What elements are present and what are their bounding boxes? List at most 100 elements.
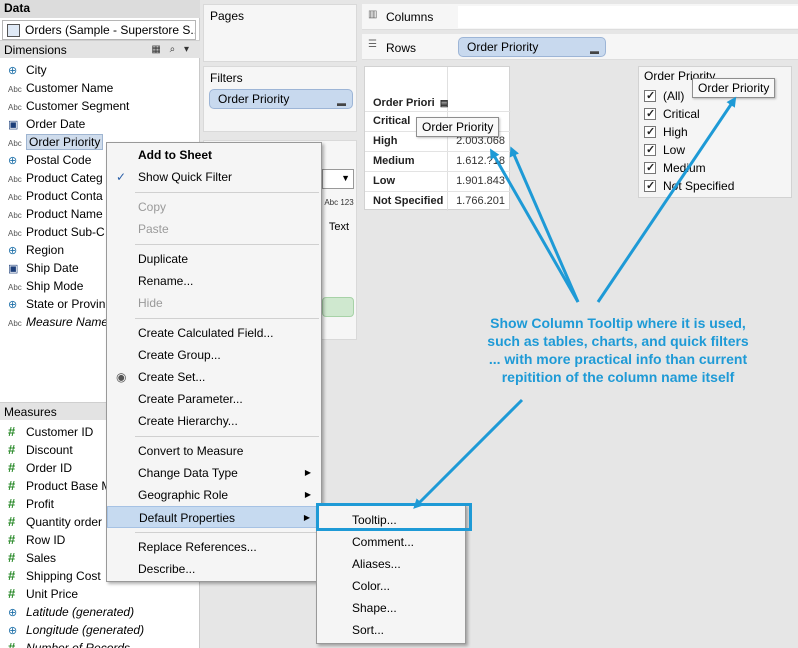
measure-field[interactable]: # Quantity order [8, 513, 102, 531]
checkbox-checked-icon[interactable] [644, 105, 656, 123]
measure-field[interactable]: # Shipping Cost [8, 567, 101, 585]
dimension-field[interactable]: Abc Measure Name [8, 313, 108, 331]
filter-option-label: Low [663, 143, 686, 157]
submenu-item-label: Color... [352, 579, 391, 593]
filter-option[interactable]: Medium [644, 159, 706, 177]
sort-bars-icon: ▬ [337, 98, 346, 108]
measure-field[interactable]: # Number of Records [8, 639, 130, 648]
dimension-field[interactable]: ⊕ City [8, 61, 47, 79]
dimensions-tools[interactable]: ▦ ⌕ ▾ [151, 44, 192, 55]
dimension-field[interactable]: Abc Product Conta [8, 187, 103, 205]
row-header[interactable]: Medium [373, 155, 415, 167]
menu-separator [135, 244, 319, 245]
dimension-field[interactable]: Abc Product Categ [8, 169, 103, 187]
row-header[interactable]: Low [373, 175, 395, 187]
submenu-item[interactable]: Sort... [317, 619, 465, 641]
menu-item[interactable]: Create Group... [107, 344, 321, 366]
row-header[interactable]: Not Specified [373, 195, 443, 207]
menu-item[interactable]: Create Parameter... [107, 388, 321, 410]
measure-field[interactable]: # Discount [8, 441, 73, 459]
checkbox-checked-icon[interactable] [644, 87, 656, 105]
menu-item-label: Change Data Type [138, 466, 238, 480]
measure-field[interactable]: # Row ID [8, 531, 65, 549]
measure-label: Longitude (generated) [26, 623, 145, 637]
measure-field[interactable]: # Sales [8, 549, 56, 567]
menu-item[interactable]: Convert to Measure [107, 440, 321, 462]
dimension-field[interactable]: ⊕ Postal Code [8, 151, 91, 169]
menu-item[interactable]: Geographic Role ▶ [107, 484, 321, 506]
globe-icon: ⊕ [8, 245, 18, 257]
menu-item[interactable]: ◉ Create Set... [107, 366, 321, 388]
filter-option[interactable]: Critical [644, 105, 700, 123]
rows-shelf[interactable]: ☰ Rows Order Priority ▬ [362, 34, 798, 60]
dimension-label: City [26, 63, 47, 77]
menu-item-label: Copy [138, 200, 167, 214]
dimension-field[interactable]: ⊕ Region [8, 241, 64, 259]
checkbox-checked-icon[interactable] [644, 141, 656, 159]
checkbox-checked-icon[interactable] [644, 177, 656, 195]
measure-field[interactable]: # Customer ID [8, 423, 93, 441]
measure-pill[interactable] [322, 297, 354, 317]
dimension-label: Product Categ [26, 171, 103, 185]
annotation-line: ... with more practical info than curren… [488, 351, 748, 367]
submenu-item[interactable]: Color... [317, 575, 465, 597]
filter-option-label: Medium [663, 161, 706, 175]
measure-field[interactable]: # Unit Price [8, 585, 78, 603]
measure-field[interactable]: # Order ID [8, 459, 72, 477]
sort-icon[interactable]: ▤ [440, 98, 449, 108]
filter-option[interactable]: Low [644, 141, 685, 159]
menu-item[interactable]: Add to Sheet [107, 144, 321, 166]
row-header[interactable]: High [373, 135, 397, 147]
pages-shelf[interactable]: Pages [203, 4, 357, 62]
columns-shelf[interactable]: ▥ Columns [362, 4, 798, 30]
menu-item[interactable]: Hide [107, 292, 321, 314]
menu-item[interactable]: Duplicate [107, 248, 321, 270]
measure-field[interactable]: ⊕ Longitude (generated) [8, 621, 144, 639]
checkbox-checked-icon[interactable] [644, 123, 656, 141]
dimension-field[interactable]: Abc Order Priority [8, 133, 104, 151]
filter-option[interactable]: (All) [644, 87, 684, 105]
menu-item[interactable]: Describe... [107, 558, 321, 580]
dimension-field[interactable]: ▣ Ship Date [8, 259, 79, 277]
filters-shelf[interactable]: Filters Order Priority ▬ [203, 66, 357, 132]
submenu-item[interactable]: Comment... [317, 531, 465, 553]
filter-option[interactable]: High [644, 123, 688, 141]
menu-item[interactable]: Change Data Type ▶ [107, 462, 321, 484]
dimension-field[interactable]: Abc Product Name [8, 205, 103, 223]
filter-pill[interactable]: Order Priority ▬ [209, 89, 353, 109]
menu-item[interactable]: Paste [107, 218, 321, 240]
measure-label: Sales [26, 551, 57, 565]
menu-item[interactable]: Create Calculated Field... [107, 322, 321, 344]
dimension-field[interactable]: ⊕ State or Provin [8, 295, 105, 313]
row-header-title[interactable]: Order Priori ▤ [373, 97, 448, 109]
text-mark-label[interactable]: Text [322, 221, 356, 233]
measure-field[interactable]: ⊕ Latitude (generated) [8, 603, 134, 621]
columns-drop-area[interactable] [458, 6, 798, 28]
mark-type-dropdown[interactable]: ▼ [322, 169, 354, 189]
datasource-item[interactable]: Orders (Sample - Superstore S... [2, 20, 196, 40]
dimension-label: Region [26, 243, 65, 257]
checkbox-checked-icon[interactable] [644, 159, 656, 177]
filter-option[interactable]: Not Specified [644, 177, 734, 195]
dimension-field[interactable]: Abc Customer Name [8, 79, 113, 97]
menu-item[interactable]: ✓ Show Quick Filter [107, 166, 321, 188]
menu-item[interactable]: Create Hierarchy... [107, 410, 321, 432]
menu-item-label: Hide [138, 296, 163, 310]
measure-field[interactable]: # Profit [8, 495, 54, 513]
submenu-item[interactable]: Aliases... [317, 553, 465, 575]
menu-item[interactable]: Replace References... [107, 536, 321, 558]
hash-icon: # [8, 424, 16, 439]
rows-pill[interactable]: Order Priority ▬ [458, 37, 606, 57]
menu-item[interactable]: Rename... [107, 270, 321, 292]
dimension-field[interactable]: Abc Product Sub-C [8, 223, 105, 241]
row-header[interactable]: Critical [373, 115, 410, 127]
measure-field[interactable]: # Product Base M [8, 477, 111, 495]
menu-item-label: Create Set... [138, 370, 206, 384]
submenu-item[interactable]: Shape... [317, 597, 465, 619]
dimension-field[interactable]: Abc Ship Mode [8, 277, 83, 295]
menu-item[interactable]: Copy [107, 196, 321, 218]
hash-icon: # [8, 460, 16, 475]
dimension-field[interactable]: ▣ Order Date [8, 115, 85, 133]
dimension-field[interactable]: Abc Customer Segment [8, 97, 129, 115]
menu-item[interactable]: Default Properties ▶ [107, 506, 321, 528]
